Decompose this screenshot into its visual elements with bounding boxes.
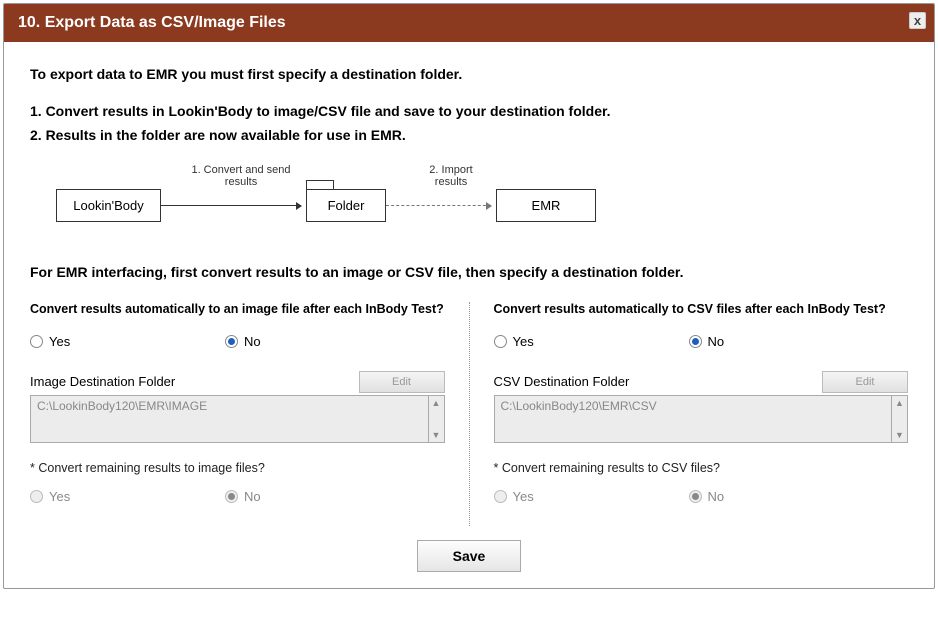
radio-label-no: No (244, 334, 261, 349)
titlebar: 10. Export Data as CSV/Image Files x (4, 4, 934, 42)
options-columns: Convert results automatically to an imag… (30, 302, 908, 526)
image-path-wrap: C:\LookinBody120\EMR\IMAGE ▲ ▼ (30, 395, 445, 443)
arrow-import (386, 205, 491, 206)
step-1: 1. Convert results in Lookin'Body to ima… (30, 100, 908, 124)
scroll-down-icon: ▼ (892, 428, 907, 442)
image-path-scrollbar[interactable]: ▲ ▼ (429, 395, 445, 443)
csv-remaining-no[interactable]: No (689, 489, 725, 504)
image-auto-question: Convert results automatically to an imag… (30, 302, 445, 316)
radio-icon (225, 335, 238, 348)
csv-path-input[interactable]: C:\LookinBody120\EMR\CSV (494, 395, 893, 443)
radio-icon (30, 490, 43, 503)
image-remaining-question: * Convert remaining results to image fil… (30, 461, 445, 475)
save-button[interactable]: Save (417, 540, 521, 572)
image-path-input[interactable]: C:\LookinBody120\EMR\IMAGE (30, 395, 429, 443)
radio-icon (689, 490, 702, 503)
radio-icon (225, 490, 238, 503)
radio-label-yes: Yes (49, 334, 70, 349)
csv-path-wrap: C:\LookinBody120\EMR\CSV ▲ ▼ (494, 395, 909, 443)
scroll-down-icon: ▼ (429, 428, 444, 442)
image-column: Convert results automatically to an imag… (30, 302, 469, 526)
csv-remaining-radios: Yes No (494, 489, 909, 504)
radio-icon (689, 335, 702, 348)
csv-remaining-question: * Convert remaining results to CSV files… (494, 461, 909, 475)
image-auto-radios: Yes No (30, 334, 445, 349)
radio-icon (494, 490, 507, 503)
sub-intro: For EMR interfacing, first convert resul… (30, 264, 908, 280)
diagram-label-convert: 1. Convert and send results (191, 164, 291, 188)
image-edit-button[interactable]: Edit (359, 371, 445, 393)
step-2: 2. Results in the folder are now availab… (30, 124, 908, 148)
diagram-box-emr: EMR (496, 189, 596, 222)
image-remaining-radios: Yes No (30, 489, 445, 504)
radio-label-yes: Yes (513, 334, 534, 349)
dialog-title: 10. Export Data as CSV/Image Files (18, 14, 286, 31)
image-dest-label: Image Destination Folder (30, 374, 175, 389)
csv-auto-yes[interactable]: Yes (494, 334, 689, 349)
arrow-convert (161, 205, 301, 206)
radio-label-no: No (708, 334, 725, 349)
csv-auto-question: Convert results automatically to CSV fil… (494, 302, 909, 316)
save-row: Save (30, 540, 908, 572)
export-dialog: 10. Export Data as CSV/Image Files x To … (3, 3, 935, 589)
flow-diagram: 1. Convert and send results 2. Import re… (56, 164, 606, 234)
csv-auto-no[interactable]: No (689, 334, 725, 349)
scroll-up-icon: ▲ (429, 396, 444, 410)
radio-label-yes: Yes (49, 489, 70, 504)
diagram-box-folder: Folder (306, 189, 386, 222)
radio-icon (30, 335, 43, 348)
csv-path-scrollbar[interactable]: ▲ ▼ (892, 395, 908, 443)
csv-dest-label: CSV Destination Folder (494, 374, 630, 389)
radio-icon (494, 335, 507, 348)
radio-label-yes: Yes (513, 489, 534, 504)
csv-edit-button[interactable]: Edit (822, 371, 908, 393)
steps: 1. Convert results in Lookin'Body to ima… (30, 100, 908, 148)
image-auto-no[interactable]: No (225, 334, 261, 349)
csv-remaining-yes[interactable]: Yes (494, 489, 689, 504)
csv-dest-row: CSV Destination Folder Edit (494, 371, 909, 393)
diagram-label-import: 2. Import results (416, 164, 486, 188)
image-auto-yes[interactable]: Yes (30, 334, 225, 349)
dialog-content: To export data to EMR you must first spe… (4, 42, 934, 588)
image-remaining-yes[interactable]: Yes (30, 489, 225, 504)
image-remaining-no[interactable]: No (225, 489, 261, 504)
image-dest-row: Image Destination Folder Edit (30, 371, 445, 393)
csv-auto-radios: Yes No (494, 334, 909, 349)
intro-text: To export data to EMR you must first spe… (30, 66, 908, 82)
close-button[interactable]: x (909, 12, 926, 29)
diagram-box-lookinbody: Lookin'Body (56, 189, 161, 222)
radio-label-no: No (708, 489, 725, 504)
csv-column: Convert results automatically to CSV fil… (469, 302, 909, 526)
scroll-up-icon: ▲ (892, 396, 907, 410)
radio-label-no: No (244, 489, 261, 504)
